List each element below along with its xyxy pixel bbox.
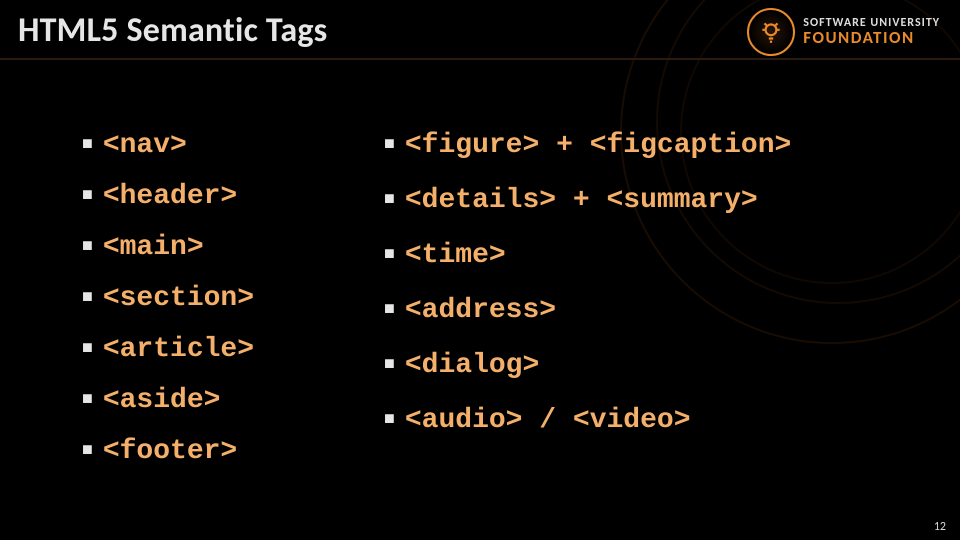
list-item: ■ <address> xyxy=(384,295,791,326)
list-item: ■ <article> xyxy=(82,334,254,365)
tag-text: <address> xyxy=(405,295,556,326)
tag-text: <nav> xyxy=(103,130,187,161)
brand-logo: SOFTWARE UNIVERSITY FOUNDATION xyxy=(747,8,940,56)
bullet-icon: ■ xyxy=(82,441,93,461)
bullet-icon: ■ xyxy=(82,339,93,359)
tag-text: <dialog> xyxy=(405,350,539,381)
list-item: ■ <section> xyxy=(82,283,254,314)
right-tag-list: ■ <figure> + <figcaption> ■ <details> + <s… xyxy=(384,130,791,460)
bullet-icon: ■ xyxy=(384,355,395,375)
slide-title: HTML5 Semantic Tags xyxy=(18,10,327,51)
list-item: ■ <details> + <summary> xyxy=(384,185,791,216)
brand-line-2: FOUNDATION xyxy=(803,29,940,46)
list-item: ■ <audio> / <video> xyxy=(384,405,791,436)
left-tag-list: ■ <nav> ■ <header> ■ <main> ■ <section> ■ <ar… xyxy=(82,130,254,487)
bullet-icon: ■ xyxy=(82,237,93,257)
list-item: ■ <aside> xyxy=(82,385,254,416)
tag-text: <details> + <summary> xyxy=(405,185,758,216)
tag-text: <article> xyxy=(103,334,254,365)
bullet-icon: ■ xyxy=(384,135,395,155)
bullet-icon: ■ xyxy=(82,135,93,155)
tag-text: <footer> xyxy=(103,436,237,467)
brand-text: SOFTWARE UNIVERSITY FOUNDATION xyxy=(803,17,940,47)
tag-text: <aside> xyxy=(103,385,221,416)
bullet-icon: ■ xyxy=(384,410,395,430)
tag-text: <header> xyxy=(103,181,237,212)
list-item: ■ <header> xyxy=(82,181,254,212)
bullet-icon: ■ xyxy=(384,300,395,320)
tag-text: <time> xyxy=(405,240,506,271)
bullet-icon: ■ xyxy=(82,390,93,410)
list-item: ■ <nav> xyxy=(82,130,254,161)
tag-text: <figure> + <figcaption> xyxy=(405,130,791,161)
bullet-icon: ■ xyxy=(82,288,93,308)
bullet-icon: ■ xyxy=(82,186,93,206)
tag-text: <section> xyxy=(103,283,254,314)
list-item: ■ <time> xyxy=(384,240,791,271)
list-item: ■ <figure> + <figcaption> xyxy=(384,130,791,161)
list-item: ■ <main> xyxy=(82,232,254,263)
list-item: ■ <footer> xyxy=(82,436,254,467)
lightbulb-gear-icon xyxy=(747,8,795,56)
page-number: 12 xyxy=(934,520,946,534)
tag-text: <audio> / <video> xyxy=(405,405,691,436)
bullet-icon: ■ xyxy=(384,245,395,265)
title-underline xyxy=(0,58,960,60)
bullet-icon: ■ xyxy=(384,190,395,210)
content-columns: ■ <nav> ■ <header> ■ <main> ■ <section> ■ <ar… xyxy=(82,130,791,487)
slide: HTML5 Semantic Tags SOFTWARE UNIVERSITY … xyxy=(0,0,960,540)
tag-text: <main> xyxy=(103,232,204,263)
list-item: ■ <dialog> xyxy=(384,350,791,381)
